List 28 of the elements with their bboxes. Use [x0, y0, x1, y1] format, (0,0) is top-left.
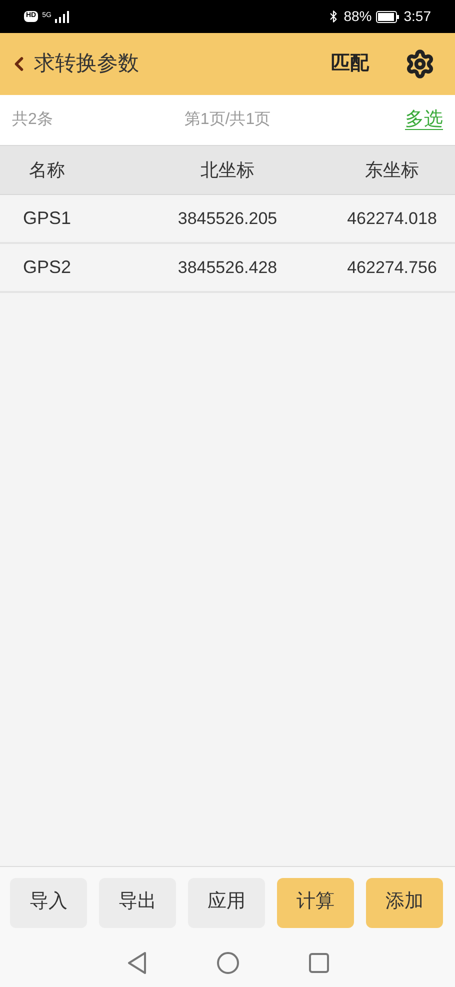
battery-percent: 88% — [344, 7, 372, 26]
clock: 3:57 — [404, 7, 431, 26]
signal-icon — [55, 10, 70, 22]
page-title: 求转换参数 — [34, 51, 140, 78]
action-button[interactable]: 导出 — [99, 878, 176, 928]
table-cell-text: GPS2 — [22, 256, 72, 279]
action-button[interactable]: 计算 — [277, 878, 354, 928]
page-indicator: 第1页/共1页 — [184, 110, 271, 130]
recents-nav-icon[interactable] — [308, 952, 328, 972]
column-header: 名称 — [28, 158, 66, 182]
settings-icon[interactable] — [405, 49, 435, 79]
record-count: 共2条 — [12, 110, 54, 130]
column-header: 北坐标 — [200, 158, 256, 182]
table-cell-text: 462274.018 — [346, 208, 438, 230]
column-header: 东坐标 — [364, 158, 420, 182]
back-nav-icon[interactable] — [126, 952, 146, 974]
table-cell-text: 3845526.205 — [176, 208, 278, 230]
action-button[interactable]: 应用 — [188, 878, 265, 928]
action-button[interactable]: 导入 — [10, 878, 87, 928]
match-button[interactable]: 匹配 — [331, 50, 369, 78]
table-row[interactable]: GPS1 3845526.205 462274.018 — [0, 195, 455, 244]
table-row[interactable]: GPS2 3845526.428 462274.756 — [0, 244, 455, 293]
battery-icon — [376, 10, 400, 22]
table-cell-text: 3845526.428 — [176, 256, 278, 279]
action-button[interactable]: 添加 — [366, 878, 443, 928]
home-nav-icon[interactable] — [216, 952, 238, 974]
table-cell-text: 462274.756 — [346, 256, 438, 279]
table-cell-text: GPS1 — [22, 207, 72, 230]
